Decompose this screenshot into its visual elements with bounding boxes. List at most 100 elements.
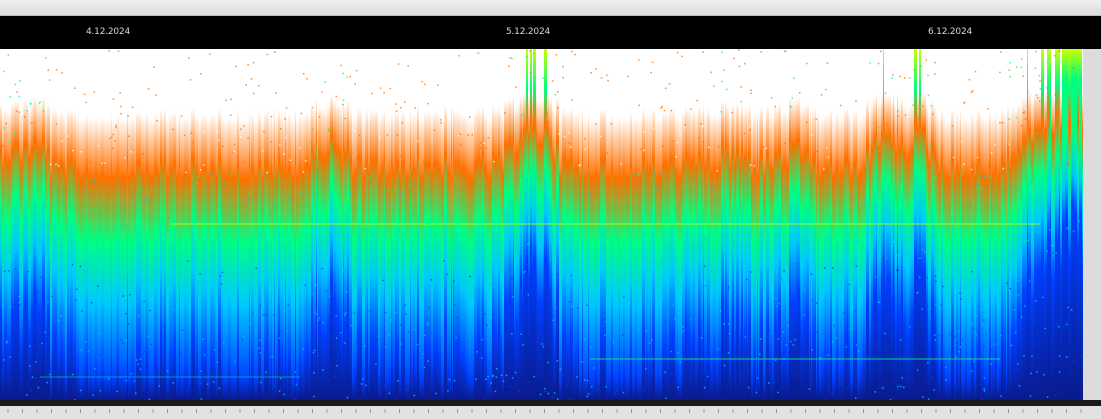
spectrogram-speckle — [713, 162, 715, 164]
spectrogram-speckle — [254, 121, 256, 123]
spectrogram-speckle — [959, 293, 961, 295]
spectrogram-speckle — [980, 309, 982, 311]
spectrogram-speckle — [280, 378, 282, 380]
spectrogram-speckle — [1041, 99, 1043, 101]
spectrogram-speckle — [934, 389, 936, 391]
spectrogram-speckle — [1058, 118, 1060, 120]
spectrogram-speckle — [333, 263, 335, 265]
spectrogram-speckle — [88, 323, 90, 325]
spectrogram-speckle — [680, 134, 682, 136]
spectrogram-speckle — [696, 100, 698, 102]
spectrogram-speckle — [930, 105, 932, 107]
spectrogram-speckle — [920, 317, 922, 319]
spectrogram-speckle — [118, 105, 120, 107]
spectrogram-speckle — [37, 292, 39, 294]
spectrogram-speckle — [483, 143, 485, 145]
spectrogram-speckle — [316, 168, 318, 170]
spectrogram-speckle — [436, 50, 438, 52]
spectrogram-speckle — [6, 342, 8, 344]
spectrogram-speckle — [833, 326, 835, 328]
spectrogram-speckle — [230, 115, 232, 117]
spectrogram-speckle — [324, 262, 326, 264]
spectrogram-speckle — [523, 272, 525, 274]
spectrogram-speckle — [809, 180, 811, 182]
spectrogram-speckle — [385, 197, 387, 199]
spectrogram-speckle — [792, 245, 794, 247]
spectrogram-speckle — [1068, 162, 1070, 164]
spectrogram-speckle — [354, 313, 356, 315]
spectrogram-speckle — [100, 390, 102, 392]
spectrogram-column — [101, 49, 104, 400]
spectrogram-speckle — [727, 137, 729, 139]
spectrogram-speckle — [875, 391, 877, 393]
spectrogram-speckle — [1018, 275, 1020, 277]
spectrogram-speckle — [557, 107, 559, 109]
spectrogram-speckle — [100, 203, 102, 205]
spectrogram-speckle — [164, 345, 166, 347]
spectrogram-speckle — [733, 243, 735, 245]
spectrogram-speckle — [498, 144, 500, 146]
spectrogram-speckle — [258, 274, 260, 276]
spectrogram-speckle — [485, 379, 487, 381]
spectrogram-speckle — [883, 215, 885, 217]
spectrogram-speckle — [414, 182, 416, 184]
spectrogram-speckle — [346, 77, 348, 79]
spectrogram-speckle — [136, 359, 138, 361]
spectrogram-speckle — [84, 94, 86, 96]
spectrogram-speckle — [472, 275, 474, 277]
spectrogram-speckle — [76, 289, 78, 291]
spectrogram-speckle — [809, 388, 811, 390]
spectrogram-speckle — [511, 278, 513, 280]
spectrogram-speckle — [1019, 385, 1021, 387]
spectrogram-speckle — [839, 267, 841, 269]
spectrogram-speckle — [316, 284, 318, 286]
spectrogram-speckle — [587, 396, 589, 398]
spectrogram-speckle — [803, 314, 805, 316]
spectrogram-speckle — [1038, 340, 1040, 342]
spectrogram-speckle — [623, 240, 625, 242]
spectrogram-speckle — [1054, 55, 1056, 57]
spectrogram-speckle — [1039, 75, 1041, 77]
spectrogram-speckle — [1037, 231, 1039, 233]
spectrogram-speckle — [1073, 231, 1075, 233]
spectrogram-speckle — [522, 176, 524, 178]
spectrogram-speckle — [400, 343, 402, 345]
spectrogram-speckle — [471, 90, 473, 92]
spectrogram-speckle — [616, 205, 618, 207]
spectrogram-speckle — [852, 328, 854, 330]
spectrogram-speckle — [731, 112, 733, 114]
spectrogram-speckle — [31, 122, 32, 124]
spectrogram-speckle — [750, 271, 752, 273]
spectrogram-speckle — [362, 54, 364, 56]
spectrogram-speckle — [280, 128, 282, 129]
spectrogram-speckle — [355, 51, 357, 53]
spectrogram-speckle — [1027, 91, 1029, 93]
spectrogram-speckle — [1036, 168, 1038, 170]
spectrogram-speckle — [853, 261, 855, 263]
spectrogram-speckle — [716, 170, 718, 172]
spectrogram-speckle — [529, 381, 531, 383]
spectrogram-speckle — [716, 372, 718, 374]
spectrogram-speckle — [258, 85, 260, 87]
spectrogram-speckle — [892, 74, 894, 76]
spectrogram-speckle — [1001, 189, 1003, 191]
spectrogram-speckle — [811, 274, 813, 276]
spectrogram-speckle — [1055, 202, 1057, 204]
spectrogram-speckle — [268, 347, 270, 349]
spectrogram-speckle — [964, 102, 966, 104]
spectrogram-speckle — [440, 119, 442, 121]
spectrogram-speckle — [1046, 87, 1048, 89]
spectrogram-speckle — [710, 72, 712, 74]
spectrogram-speckle — [654, 207, 656, 209]
spectrogram-column — [0, 49, 2, 400]
spectrogram-speckle — [31, 389, 32, 391]
spectrogram-speckle — [154, 253, 156, 255]
spectrogram-speckle — [795, 339, 797, 341]
spectrogram-speckle — [313, 352, 315, 354]
spectrogram-speckle — [1039, 100, 1041, 102]
spectrogram-speckle — [100, 333, 102, 335]
spectrogram-speckle — [649, 342, 651, 344]
spectrogram-speckle — [750, 93, 752, 95]
spectrogram-speckle — [627, 76, 629, 78]
spectrogram-speckle — [837, 263, 839, 265]
